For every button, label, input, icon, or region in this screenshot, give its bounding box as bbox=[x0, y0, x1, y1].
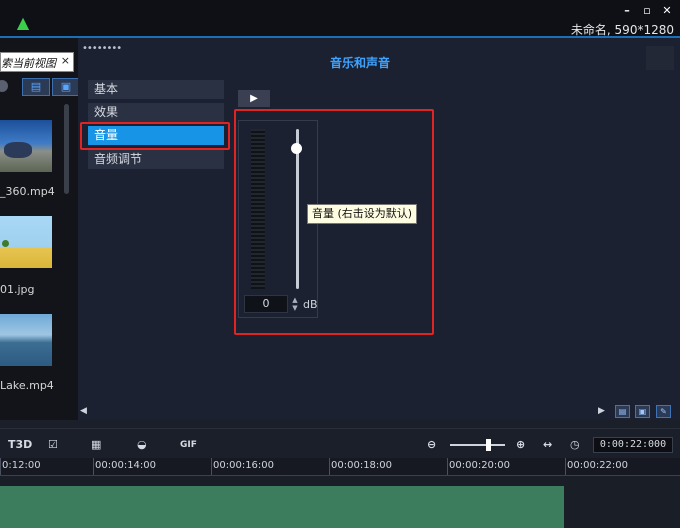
corner-block bbox=[646, 46, 674, 70]
media-thumbnail[interactable] bbox=[0, 216, 52, 268]
title-bar: ▲ – ▫ ✕ 未命名, 590*1280 bbox=[0, 0, 680, 38]
library-tab-label: 索当前视图 bbox=[1, 57, 56, 70]
volume-input[interactable]: 0 bbox=[244, 295, 288, 313]
volume-tooltip: 音量 (右击设为默认) bbox=[307, 204, 418, 224]
ruler-label: 00:00:22:00 bbox=[567, 460, 629, 471]
video-clip[interactable] bbox=[0, 486, 564, 528]
media-label: _360.mp4 bbox=[0, 185, 55, 198]
menu-item-basic[interactable]: 基本 bbox=[88, 80, 224, 99]
volume-slider-thumb[interactable] bbox=[291, 143, 302, 155]
list-view-button[interactable]: ▤ bbox=[22, 78, 50, 96]
ruler-tick bbox=[93, 458, 94, 476]
gif-button[interactable]: GIF bbox=[180, 437, 197, 453]
ruler-label: 0:12:00 bbox=[2, 460, 41, 471]
fit-to-window-icon[interactable]: ↔ bbox=[543, 437, 552, 453]
library-tab-close-button[interactable]: × bbox=[61, 54, 70, 67]
menu-item-audio-adjust[interactable]: 音频调节 bbox=[88, 150, 224, 169]
media-label: 01.jpg bbox=[0, 283, 35, 296]
close-button[interactable]: ✕ bbox=[658, 4, 676, 18]
timeline-toolbar: T3D ☑ ▦ ◒ GIF ⊖ ⊕ ↔ ◷ 0:00:22:000 bbox=[0, 428, 680, 458]
zoom-in-icon[interactable]: ⊕ bbox=[516, 437, 525, 453]
zoom-slider-thumb[interactable] bbox=[486, 439, 491, 451]
layout-icon[interactable]: ▤ bbox=[615, 405, 630, 418]
restore-button[interactable]: ▫ bbox=[638, 4, 656, 18]
app-window: ▲ – ▫ ✕ 未命名, 590*1280 索当前视图 × ▤ ▣ _360.m… bbox=[0, 0, 680, 528]
menu-highlight-box bbox=[80, 122, 230, 150]
media-thumbnail[interactable] bbox=[0, 120, 52, 172]
panel-title: 音乐和声音 bbox=[330, 56, 391, 70]
ruler-label: 00:00:16:00 bbox=[213, 460, 275, 471]
scroll-left-icon[interactable]: ◀ bbox=[80, 406, 87, 416]
timeline-ruler[interactable]: 0:12:00 00:00:14:00 00:00:16:00 00:00:18… bbox=[0, 458, 680, 476]
minimize-button[interactable]: – bbox=[618, 4, 636, 18]
media-label: Lake.mp4 bbox=[0, 379, 54, 392]
gear-icon[interactable] bbox=[0, 80, 8, 92]
scroll-right-icon[interactable]: ▶ bbox=[598, 406, 605, 416]
ruler-tick bbox=[329, 458, 330, 476]
ruler-tick bbox=[211, 458, 212, 476]
thumbnail-view-button[interactable]: ▣ bbox=[52, 78, 80, 96]
ruler-tick bbox=[447, 458, 448, 476]
menu-item-effect[interactable]: 效果 bbox=[88, 103, 224, 122]
ruler-label: 00:00:18:00 bbox=[331, 460, 393, 471]
clock-icon: ◷ bbox=[570, 438, 580, 451]
drag-grip[interactable]: •••••••• bbox=[82, 43, 122, 54]
up-arrow-icon[interactable]: ▲ bbox=[14, 14, 32, 32]
timecode-display[interactable]: 0:00:22:000 bbox=[593, 437, 673, 453]
edit-icon[interactable]: ✎ bbox=[656, 405, 671, 418]
play-button[interactable]: ▶ bbox=[238, 90, 270, 107]
media-thumbnail[interactable] bbox=[0, 314, 52, 366]
library-scrollbar[interactable] bbox=[64, 104, 69, 194]
zoom-slider-track[interactable] bbox=[450, 444, 505, 446]
timeline-track bbox=[0, 476, 680, 528]
zoom-out-icon[interactable]: ⊖ bbox=[427, 437, 436, 453]
image-edit-icon[interactable]: ◒ bbox=[137, 437, 147, 453]
volume-unit: dB bbox=[303, 298, 318, 311]
checkmark-icon[interactable]: ☑ bbox=[48, 437, 58, 453]
ruler-label: 00:00:20:00 bbox=[449, 460, 511, 471]
library-panel: 索当前视图 × ▤ ▣ _360.mp4 01.jpg Lake.mp4 bbox=[0, 38, 80, 420]
ruler-label: 00:00:14:00 bbox=[95, 460, 157, 471]
library-tab[interactable]: 索当前视图 × bbox=[0, 52, 74, 72]
level-meter bbox=[251, 129, 265, 289]
grid-icon[interactable]: ▣ bbox=[635, 405, 650, 418]
options-panel-footer: ◀ ▶ ▤ ▣ ✎ bbox=[78, 404, 680, 420]
title-3d-button[interactable]: T3D bbox=[8, 437, 32, 453]
ruler-tick bbox=[565, 458, 566, 476]
volume-control: 0 ▲ ▼ dB bbox=[238, 120, 318, 318]
library-toolbar: ▤ ▣ bbox=[0, 77, 80, 99]
options-panel: •••••••• 音乐和声音 基本 效果 音量 音频调节 ▶ 0 ▲ ▼ dB 音… bbox=[78, 38, 680, 420]
volume-spinner[interactable]: ▲ ▼ bbox=[290, 296, 300, 312]
options-panel-header: •••••••• 音乐和声音 bbox=[78, 38, 680, 70]
film-strip-icon[interactable]: ▦ bbox=[91, 437, 101, 453]
ruler-tick bbox=[0, 458, 1, 476]
